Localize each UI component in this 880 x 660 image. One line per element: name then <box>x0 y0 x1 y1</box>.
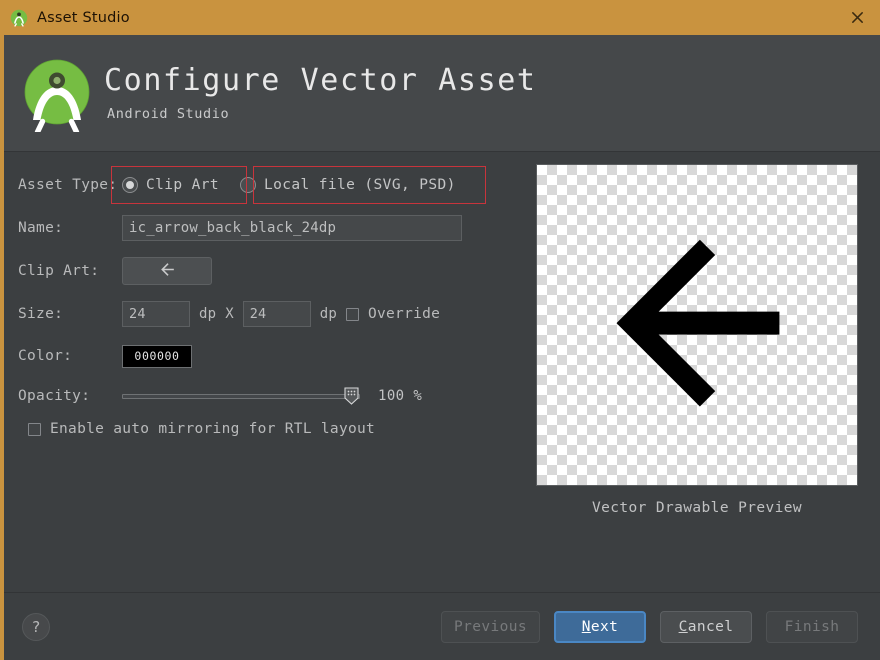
override-checkbox-row[interactable]: Override <box>345 306 441 322</box>
radio-local-file-label: Local file (SVG, PSD) <box>264 177 456 193</box>
clip-art-label: Clip Art: <box>18 263 100 279</box>
dialog-body: Configure Vector Asset Android Studio As… <box>0 35 880 660</box>
form-pane: Asset Type: Clip Art Local file (SVG, PS… <box>4 152 514 592</box>
next-button-mnemonic: N <box>581 618 591 635</box>
next-button-label: ext <box>590 618 619 635</box>
opacity-slider[interactable] <box>122 385 360 407</box>
clip-art-picker-button[interactable] <box>122 257 212 285</box>
arrow-back-icon <box>616 239 780 407</box>
finish-button[interactable]: Finish <box>766 610 858 643</box>
preview-caption: Vector Drawable Preview <box>592 500 802 516</box>
cancel-button-mnemonic: C <box>678 618 688 635</box>
color-label: Color: <box>18 348 73 364</box>
cancel-button[interactable]: Cancel <box>660 610 752 643</box>
override-label: Override <box>367 306 441 322</box>
android-studio-logo <box>18 54 96 135</box>
size-label: Size: <box>18 306 64 322</box>
page-title: Configure Vector Asset <box>104 62 537 98</box>
header-text-block: Configure Vector Asset Android Studio <box>104 62 537 123</box>
asset-type-label: Asset Type: <box>18 177 118 193</box>
size-height-unit: dp <box>319 306 337 322</box>
window-title: Asset Studio <box>37 9 130 26</box>
mirroring-row: Enable auto mirroring for RTL layout <box>4 414 514 444</box>
asset-type-radio-group: Clip Art Local file (SVG, PSD) <box>122 171 456 199</box>
color-hex-value: 000000 <box>134 349 180 363</box>
name-input[interactable]: ic_arrow_back_black_24dp <box>122 215 462 241</box>
override-checkbox[interactable] <box>345 307 359 321</box>
opacity-value: 100 % <box>378 388 423 404</box>
arrow-back-icon <box>158 260 177 283</box>
opacity-row: Opacity: 100 % <box>4 378 514 414</box>
next-button[interactable]: Next <box>554 610 646 643</box>
opacity-slider-thumb[interactable] <box>344 387 359 405</box>
color-swatch-button[interactable]: 000000 <box>122 344 192 368</box>
size-separator: X <box>225 306 234 322</box>
mirroring-checkbox-row[interactable]: Enable auto mirroring for RTL layout <box>28 421 375 437</box>
clip-art-row: Clip Art: <box>4 253 514 289</box>
radio-local-file[interactable]: Local file (SVG, PSD) <box>240 171 456 199</box>
color-row: Color: 000000 <box>4 338 514 374</box>
radio-clip-art-label: Clip Art <box>146 177 220 193</box>
vector-preview-canvas <box>536 164 858 486</box>
size-width-unit: dp <box>199 306 217 322</box>
size-row: Size: 24 dp X 24 dp Override <box>4 296 514 332</box>
mirroring-label: Enable auto mirroring for RTL layout <box>50 421 376 437</box>
mirroring-checkbox[interactable] <box>28 422 41 436</box>
asset-type-row: Asset Type: Clip Art Local file (SVG, PS… <box>4 166 514 204</box>
android-studio-icon <box>10 9 28 27</box>
radio-local-file-mark <box>240 177 256 193</box>
dialog-header: Configure Vector Asset Android Studio <box>4 35 880 152</box>
window-titlebar: Asset Studio <box>0 0 880 35</box>
radio-clip-art[interactable]: Clip Art <box>122 171 220 199</box>
cancel-button-label: ancel <box>687 618 734 635</box>
help-button[interactable]: ? <box>22 612 50 641</box>
close-icon[interactable] <box>834 0 880 35</box>
name-row: Name: ic_arrow_back_black_24dp <box>4 210 514 246</box>
name-label: Name: <box>18 220 64 236</box>
size-width-input[interactable]: 24 <box>122 301 190 327</box>
preview-pane: Vector Drawable Preview <box>514 152 880 592</box>
radio-clip-art-mark <box>122 177 138 193</box>
opacity-label: Opacity: <box>18 388 91 404</box>
dialog-content: Asset Type: Clip Art Local file (SVG, PS… <box>4 152 880 592</box>
asset-studio-window: Asset Studio Configure Vector Asset Andr… <box>0 0 880 660</box>
previous-button[interactable]: Previous <box>440 610 540 643</box>
page-subtitle: Android Studio <box>107 106 230 123</box>
dialog-footer: ? Previous Next Cancel Finish <box>4 592 880 660</box>
opacity-slider-track <box>122 394 360 399</box>
size-height-input[interactable]: 24 <box>242 301 311 327</box>
